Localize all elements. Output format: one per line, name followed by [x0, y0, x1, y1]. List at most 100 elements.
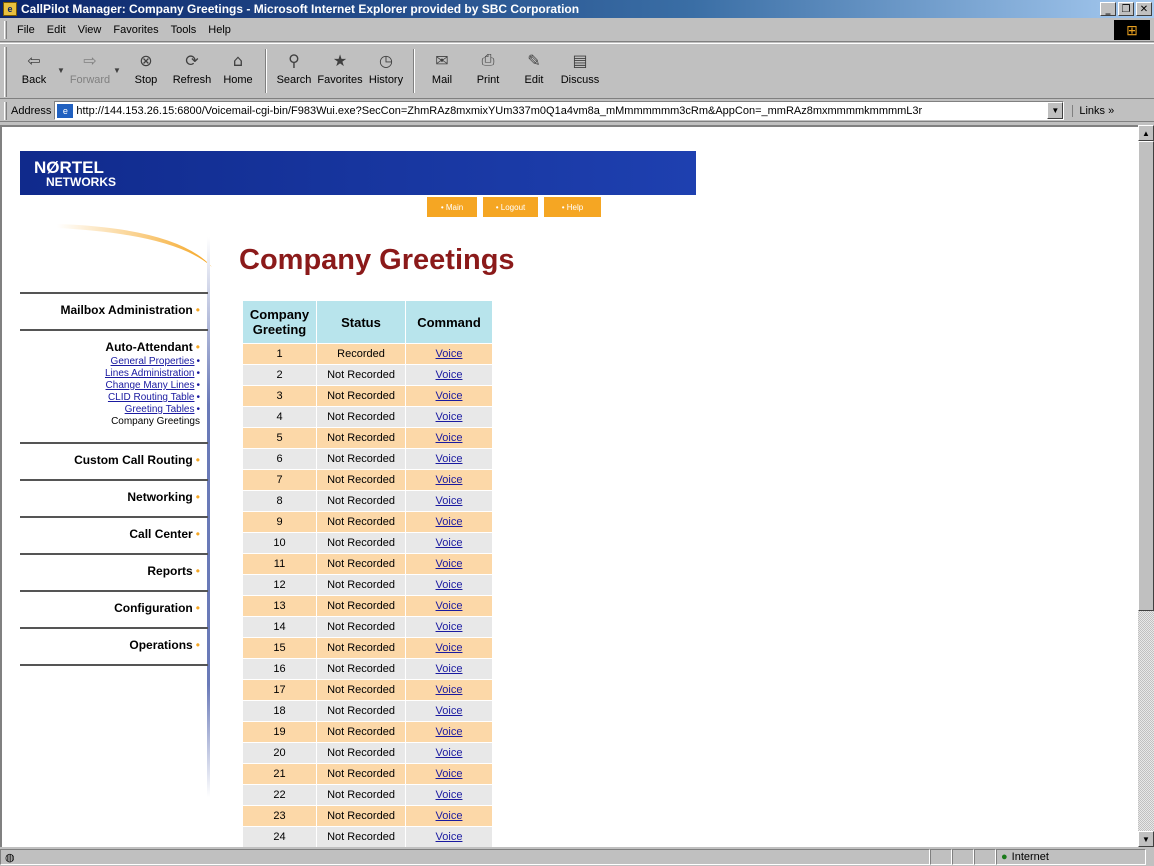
close-button[interactable]: ✕ [1136, 2, 1152, 16]
voice-link[interactable]: Voice [436, 495, 463, 507]
address-label: Address [11, 104, 52, 117]
table-row: 16 Not Recorded Voice [243, 659, 492, 679]
forward-arrow-icon: ⇨ [83, 50, 97, 70]
greeting-number: 10 [243, 533, 316, 553]
greeting-number: 12 [243, 575, 316, 595]
voice-link[interactable]: Voice [436, 642, 463, 654]
vertical-scrollbar[interactable]: ▲ ▼ [1138, 125, 1154, 847]
address-dropdown-button[interactable]: ▼ [1047, 102, 1064, 119]
address-url[interactable]: http://144.153.26.15:6800/Voicemail-cgi-… [76, 105, 1047, 117]
voice-link[interactable]: Voice [436, 747, 463, 759]
forward-button[interactable]: ⇨ Forward [67, 44, 113, 96]
voice-link[interactable]: Voice [436, 831, 463, 843]
help-link[interactable]: • Help [544, 197, 601, 217]
sidebar-section-custom-call-routing[interactable]: Custom Call Routing • [20, 442, 208, 479]
back-dropdown[interactable]: ▼ [57, 44, 67, 75]
mail-button[interactable]: ✉ Mail [419, 44, 465, 96]
menu-view[interactable]: View [72, 24, 108, 36]
sidebar-item-clid-routing-table[interactable]: CLID Routing Table • [20, 392, 200, 404]
sidebar-section-operations[interactable]: Operations • [20, 627, 208, 666]
scroll-down-button[interactable]: ▼ [1138, 831, 1154, 847]
sidebar-section-auto-attendant[interactable]: Auto-Attendant • General Properties • Lin… [20, 329, 208, 442]
table-row: 6 Not Recorded Voice [243, 449, 492, 469]
menu-file[interactable]: File [11, 24, 41, 36]
sidebar-section-reports[interactable]: Reports • [20, 553, 208, 590]
favorites-button[interactable]: ★ Favorites [317, 44, 363, 96]
greetings-table-body: 1 Recorded Voice 2 Not Recorded Voice 3 Not Rec… [243, 344, 492, 847]
table-row: 13 Not Recorded Voice [243, 596, 492, 616]
minimize-button[interactable]: _ [1100, 2, 1116, 16]
refresh-button[interactable]: ⟳ Refresh [169, 44, 215, 96]
window-title-bar[interactable]: e CallPilot Manager: Company Greetings -… [0, 0, 1154, 18]
logout-link[interactable]: • Logout [483, 197, 538, 217]
voice-link[interactable]: Voice [436, 474, 463, 486]
menu-help[interactable]: Help [202, 24, 237, 36]
voice-link[interactable]: Voice [436, 348, 463, 360]
stop-button[interactable]: ⊗ Stop [123, 44, 169, 96]
links-button[interactable]: Links » [1072, 104, 1114, 117]
history-button[interactable]: ◷ History [363, 44, 409, 96]
table-row: 9 Not Recorded Voice [243, 512, 492, 532]
greeting-status: Not Recorded [317, 491, 405, 511]
sidebar-item-lines-administration[interactable]: Lines Administration • [20, 368, 200, 380]
greeting-command-cell: Voice [406, 365, 492, 385]
voice-link[interactable]: Voice [436, 390, 463, 402]
menu-edit[interactable]: Edit [41, 24, 72, 36]
sidebar-section-networking[interactable]: Networking • [20, 479, 208, 516]
voice-link[interactable]: Voice [436, 621, 463, 633]
scroll-up-button[interactable]: ▲ [1138, 125, 1154, 141]
refresh-icon: ⟳ [185, 50, 199, 70]
greeting-command-cell: Voice [406, 617, 492, 637]
home-button[interactable]: ⌂ Home [215, 44, 261, 96]
voice-link[interactable]: Voice [436, 726, 463, 738]
voice-link[interactable]: Voice [436, 768, 463, 780]
voice-link[interactable]: Voice [436, 411, 463, 423]
sidebar-item-change-many-lines[interactable]: Change Many Lines • [20, 380, 200, 392]
status-text-pane: ◍ [0, 849, 930, 865]
voice-link[interactable]: Voice [436, 684, 463, 696]
sidebar-section-call-center[interactable]: Call Center • [20, 516, 208, 553]
discuss-button[interactable]: ▤ Discuss [557, 44, 603, 96]
table-row: 17 Not Recorded Voice [243, 680, 492, 700]
voice-link[interactable]: Voice [436, 537, 463, 549]
scroll-thumb[interactable] [1138, 141, 1154, 611]
voice-link[interactable]: Voice [436, 705, 463, 717]
forward-dropdown[interactable]: ▼ [113, 44, 123, 75]
edit-button[interactable]: ✎ Edit [511, 44, 557, 96]
voice-link[interactable]: Voice [436, 432, 463, 444]
voice-link[interactable]: Voice [436, 558, 463, 570]
greeting-number: 13 [243, 596, 316, 616]
voice-link[interactable]: Voice [436, 453, 463, 465]
back-button[interactable]: ⇦ Back [11, 44, 57, 96]
sidebar-item-general-properties[interactable]: General Properties • [20, 356, 200, 368]
sidebar-section-configuration[interactable]: Configuration • [20, 590, 208, 627]
restore-button[interactable]: ❐ [1118, 2, 1134, 16]
print-button[interactable]: ⎙ Print [465, 44, 511, 96]
search-button[interactable]: ⚲ Search [271, 44, 317, 96]
menu-favorites[interactable]: Favorites [107, 24, 164, 36]
voice-link[interactable]: Voice [436, 663, 463, 675]
voice-link[interactable]: Voice [436, 810, 463, 822]
sidebar-section-mailbox[interactable]: Mailbox Administration • [20, 292, 208, 329]
bullet-icon: • [195, 638, 200, 652]
voice-link[interactable]: Voice [436, 516, 463, 528]
greeting-command-cell: Voice [406, 554, 492, 574]
address-input[interactable]: e http://144.153.26.15:6800/Voicemail-cg… [54, 101, 1065, 120]
voice-link[interactable]: Voice [436, 600, 463, 612]
voice-link[interactable]: Voice [436, 789, 463, 801]
greeting-number: 18 [243, 701, 316, 721]
sidebar-item-greeting-tables[interactable]: Greeting Tables • [20, 404, 200, 416]
address-grip[interactable] [4, 101, 7, 120]
ie-app-icon[interactable]: e [3, 2, 17, 16]
greeting-status: Not Recorded [317, 428, 405, 448]
page-status-icon: ◍ [5, 851, 15, 864]
voice-link[interactable]: Voice [436, 369, 463, 381]
toolbar-separator [413, 49, 415, 93]
menu-tools[interactable]: Tools [165, 24, 203, 36]
page-title: Company Greetings [239, 244, 515, 276]
menu-grip[interactable] [4, 20, 7, 39]
table-row: 21 Not Recorded Voice [243, 764, 492, 784]
main-link[interactable]: • Main [427, 197, 477, 217]
voice-link[interactable]: Voice [436, 579, 463, 591]
toolbar-grip[interactable] [4, 47, 7, 97]
